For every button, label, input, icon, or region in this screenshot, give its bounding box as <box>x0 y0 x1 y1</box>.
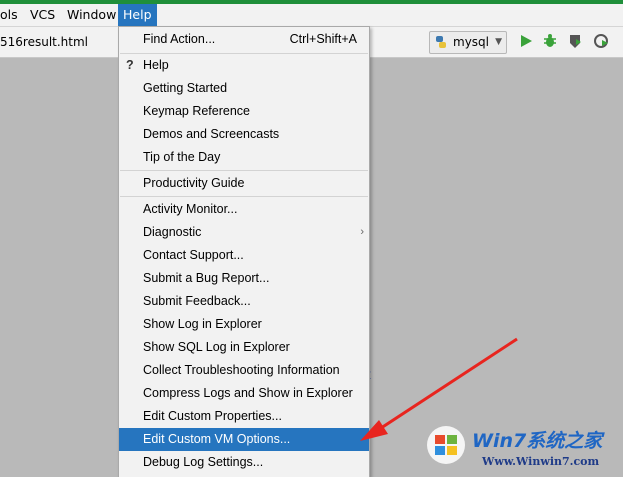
windows-logo-icon <box>427 426 465 464</box>
watermark-logo-text: Win7系统之家 <box>472 430 603 452</box>
watermark: Win7系统之家 Www.Winwin7.com <box>422 420 623 476</box>
red-arrow-annotation <box>360 337 518 441</box>
watermark-url: Www.Winwin7.com <box>482 455 600 468</box>
